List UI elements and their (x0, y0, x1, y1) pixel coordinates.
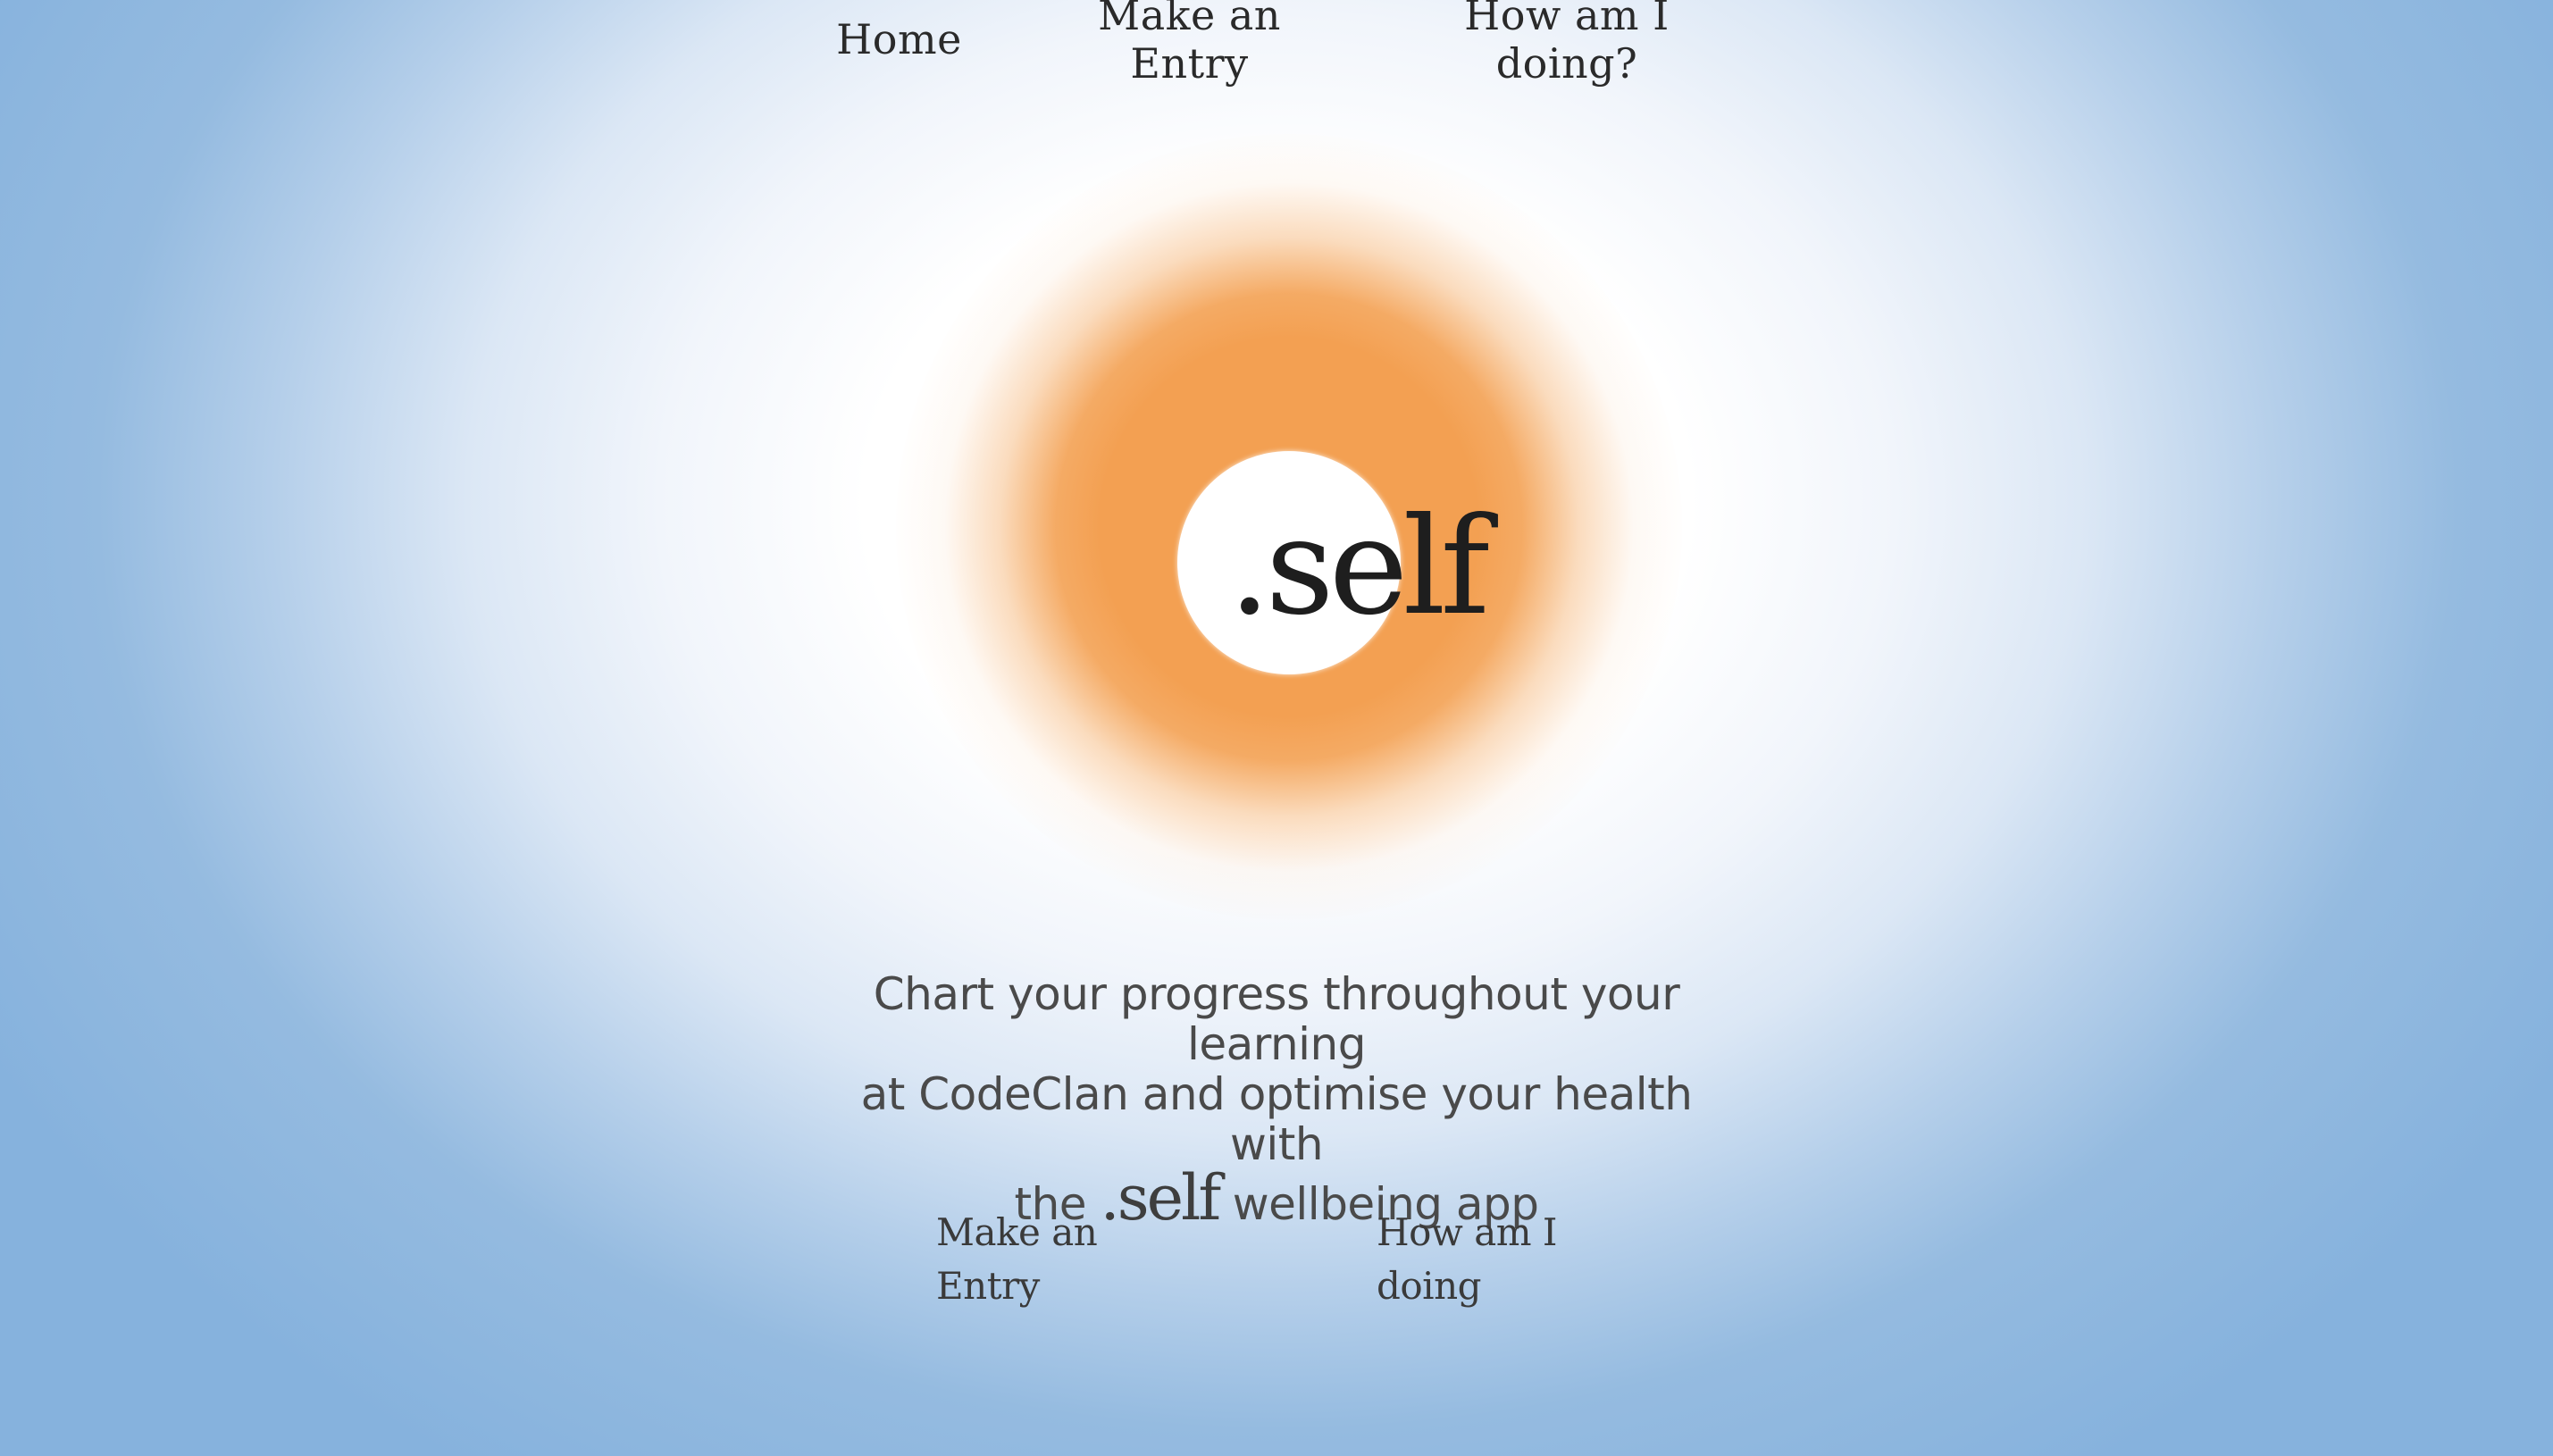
app-logo: .self (1228, 490, 1490, 645)
nav-home-link[interactable]: Home (815, 15, 984, 63)
make-entry-button[interactable]: Make an Entry (936, 1206, 1168, 1308)
tagline-line-1: Chart your progress throughout your lear… (873, 968, 1680, 1070)
nav-make-entry-link[interactable]: Make an Entry (1056, 0, 1324, 88)
top-navigation: Home Make an Entry How am I doing? (0, 0, 2553, 88)
tagline: Chart your progress throughout your lear… (830, 969, 1723, 1229)
how-am-i-doing-button[interactable]: How am I doing (1377, 1206, 1627, 1308)
tagline-line-2: at CodeClan and optimise your health wit… (860, 1068, 1693, 1170)
nav-how-am-i-doing-link[interactable]: How am I doing? (1395, 0, 1739, 88)
